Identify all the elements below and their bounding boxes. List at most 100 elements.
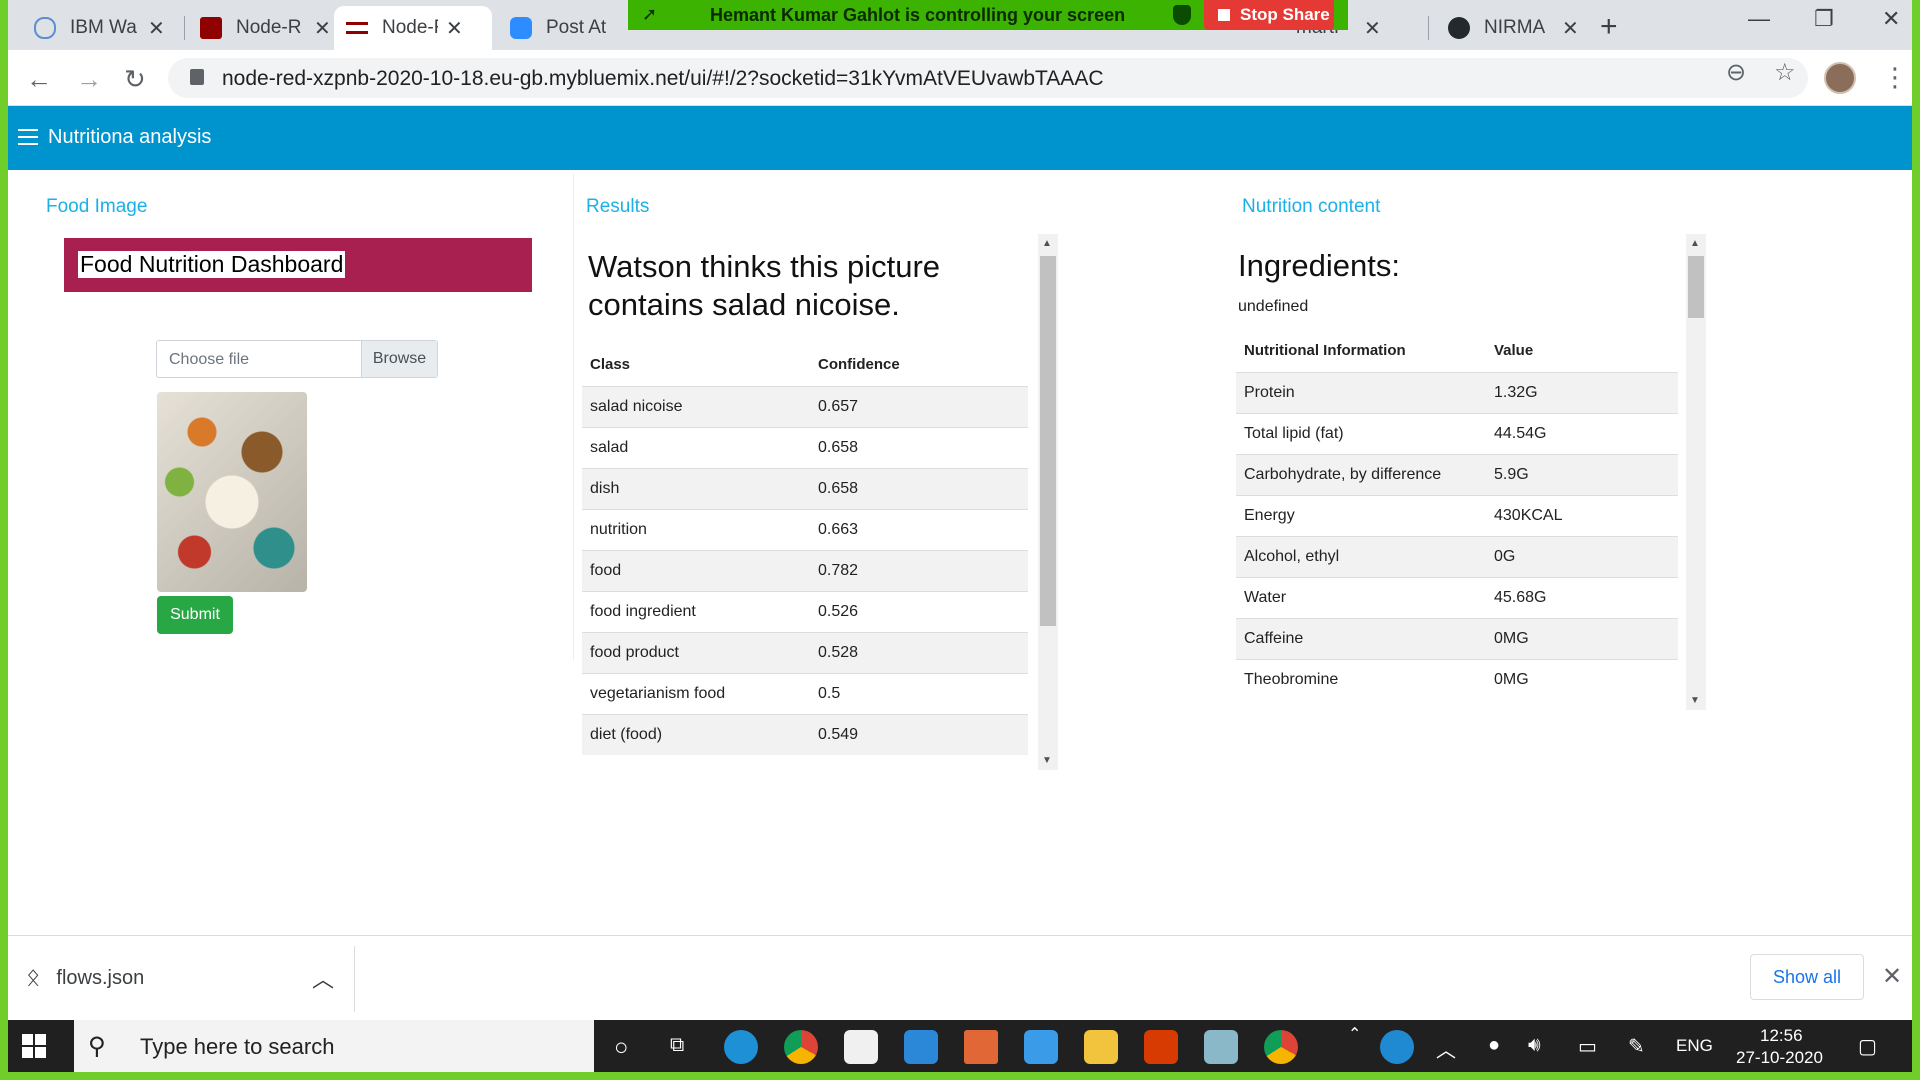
stop-share-button[interactable]: Stop Share [1204, 0, 1334, 30]
office-icon[interactable] [1144, 1030, 1178, 1064]
class-cell: food product [582, 631, 810, 673]
help-icon[interactable] [1380, 1030, 1414, 1064]
tab-close-icon[interactable]: ✕ [1562, 16, 1579, 41]
nutrition-scroll-area[interactable]: Ingredients: undefined Nutritional Infor… [1236, 234, 1682, 710]
submit-button[interactable]: Submit [157, 596, 233, 634]
app-icon[interactable] [1204, 1030, 1238, 1064]
table-row: vegetarianism food 0.5 [582, 672, 1028, 714]
nutrient-cell: Total lipid (fat) [1236, 412, 1486, 454]
scroll-up-arrow-icon[interactable]: ▲ [1690, 238, 1700, 249]
tab-close-icon[interactable]: ✕ [148, 16, 165, 41]
chevron-up-tray-icon[interactable]: ︿ [1436, 1034, 1456, 1063]
file-explorer-icon[interactable] [1084, 1030, 1118, 1064]
results-scroll-area[interactable]: Watson thinks this picture contains sala… [582, 234, 1032, 770]
zoom-icon [510, 17, 532, 39]
github-icon [1448, 17, 1470, 39]
tab-node-red-active[interactable]: Node-R ✕ [334, 6, 492, 50]
notification-icon[interactable]: ▢ [1858, 1034, 1877, 1059]
task-view-icon[interactable]: ⧉ [670, 1034, 684, 1057]
value-cell: 0G [1486, 535, 1678, 577]
table-row: nutrition 0.663 [582, 508, 1028, 550]
chrome-active-icon[interactable] [1264, 1030, 1298, 1064]
address-bar[interactable]: node-red-xzpnb-2020-10-18.eu-gb.mybluemi… [168, 58, 1808, 98]
microphone-icon[interactable]: ● [1488, 1034, 1500, 1057]
clock-date[interactable]: 27-10-2020 [1736, 1048, 1823, 1068]
nutrition-table: Nutritional Information Value Protein 1.3… [1236, 330, 1678, 700]
zoom-out-icon[interactable]: ⊖ [1726, 58, 1746, 87]
scrollbar-thumb[interactable] [1688, 256, 1704, 318]
mail-icon[interactable] [904, 1030, 938, 1064]
dashboard-banner: Food Nutrition Dashboard [64, 238, 532, 292]
new-tab-button[interactable]: + [1600, 10, 1618, 44]
cortana-icon[interactable]: ○ [614, 1034, 629, 1062]
file-input[interactable]: Choose file Browse [156, 340, 438, 378]
class-cell: food ingredient [582, 590, 810, 632]
tab-nirma-github[interactable]: NIRMA ✕ [1436, 6, 1591, 50]
tab-close-icon[interactable]: ✕ [1364, 16, 1381, 41]
tab-ibm-watson[interactable]: IBM Wa ✕ [22, 6, 177, 50]
close-download-bar-icon[interactable]: ✕ [1882, 962, 1902, 991]
dashboard-banner-text: Food Nutrition Dashboard [78, 251, 346, 278]
value-cell: 44.54G [1486, 412, 1678, 454]
battery-icon[interactable]: ▭ [1578, 1034, 1597, 1059]
value-cell: 0MG [1486, 617, 1678, 659]
pen-icon[interactable]: ✎ [1628, 1034, 1645, 1059]
tab-close-icon[interactable]: ✕ [446, 16, 463, 41]
table-row: Alcohol, ethyl 0G [1236, 535, 1678, 577]
scrollbar-thumb[interactable] [1040, 256, 1056, 626]
taskbar-search-box[interactable]: ⚲ Type here to search [74, 1020, 594, 1072]
edge-icon[interactable] [724, 1030, 758, 1064]
table-row: Theobromine 0MG [1236, 658, 1678, 700]
browser-toolbar: ← → ↻ node-red-xzpnb-2020-10-18.eu-gb.my… [8, 50, 1912, 106]
tab-close-icon[interactable]: ✕ [314, 16, 331, 41]
class-cell: salad [582, 426, 810, 468]
reload-button[interactable]: ↻ [124, 64, 146, 95]
scroll-tray-icon[interactable]: ⌃ [1348, 1024, 1361, 1044]
matlab-icon[interactable] [964, 1030, 998, 1064]
clock-time[interactable]: 12:56 [1760, 1026, 1803, 1046]
close-window-button[interactable]: ✕ [1882, 6, 1900, 32]
node-red-icon [346, 22, 368, 34]
chrome-icon[interactable] [784, 1030, 818, 1064]
language-indicator[interactable]: ENG [1676, 1036, 1713, 1056]
confidence-cell: 0.528 [810, 631, 1028, 673]
scroll-up-arrow-icon[interactable]: ▲ [1042, 238, 1052, 249]
scroll-down-arrow-icon[interactable]: ▼ [1042, 755, 1052, 766]
table-row: Carbohydrate, by difference 5.9G [1236, 453, 1678, 495]
hamburger-menu-icon[interactable] [18, 129, 38, 145]
nutrient-cell: Carbohydrate, by difference [1236, 453, 1486, 495]
windows-start-icon[interactable] [22, 1034, 46, 1058]
browse-button[interactable]: Browse [361, 341, 437, 377]
store-icon[interactable] [844, 1030, 878, 1064]
browser-menu-icon[interactable]: ⋮ [1882, 62, 1908, 93]
profile-avatar[interactable] [1824, 62, 1856, 94]
scroll-down-arrow-icon[interactable]: ▼ [1690, 695, 1700, 706]
value-cell: 0MG [1486, 658, 1678, 700]
minimize-button[interactable]: — [1748, 6, 1770, 32]
chevron-up-icon[interactable]: ︿ [312, 962, 334, 994]
tab-strip: IBM Wa ✕ Node-R ✕ Node-R ✕ Post At martP… [8, 0, 1912, 50]
maximize-button[interactable]: ❐ [1814, 6, 1834, 32]
bookmark-star-icon[interactable]: ☆ [1774, 58, 1796, 87]
results-scrollbar[interactable]: ▲ ▼ [1038, 234, 1058, 770]
class-cell: vegetarianism food [582, 672, 810, 714]
class-cell: food [582, 549, 810, 591]
vscode-icon[interactable] [1024, 1030, 1058, 1064]
confidence-cell: 0.663 [810, 508, 1028, 550]
tab-node-red-1[interactable]: Node-R ✕ [188, 6, 343, 50]
food-image-title: Food Image [46, 196, 148, 217]
forward-button[interactable]: → [76, 64, 102, 95]
nutrition-scrollbar[interactable]: ▲ ▼ [1686, 234, 1706, 710]
stop-icon [1218, 9, 1230, 21]
nutrition-table-wrap: Nutritional Information Value Protein 1.3… [1236, 330, 1678, 700]
volume-icon[interactable]: 🔊︎ [1528, 1034, 1541, 1057]
table-row: Caffeine 0MG [1236, 617, 1678, 659]
nutrient-cell: Energy [1236, 494, 1486, 536]
table-row: food 0.782 [582, 549, 1028, 591]
download-item[interactable]: ᛟ flows.json [26, 964, 144, 992]
show-all-button[interactable]: Show all [1750, 954, 1864, 1000]
results-table-wrap: Class Confidence salad nicoise 0.657 sala… [582, 344, 1028, 755]
back-button[interactable]: ← [26, 64, 52, 95]
tab-label: NIRMA [1484, 17, 1546, 38]
tab-post-at[interactable]: Post At [498, 6, 628, 50]
